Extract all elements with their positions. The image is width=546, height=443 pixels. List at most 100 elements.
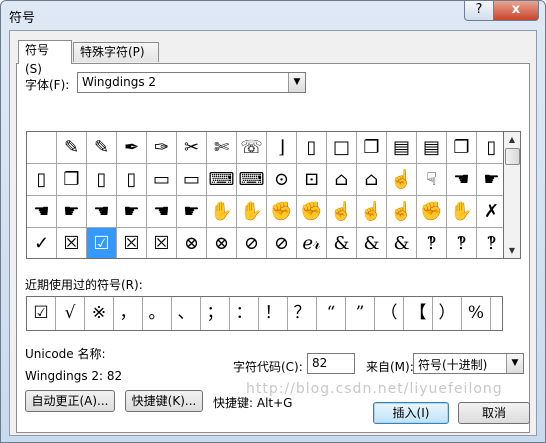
symbol-cell[interactable]: ☒ bbox=[147, 228, 177, 258]
autocorrect-button[interactable]: 自动更正(A)... bbox=[25, 390, 115, 412]
symbol-cell[interactable]: ✗ bbox=[477, 196, 503, 228]
symbol-cell[interactable]: ✊ bbox=[417, 196, 447, 228]
symbol-cell[interactable]: ☒ bbox=[117, 228, 147, 258]
recent-symbol-cell[interactable]: ； bbox=[201, 297, 230, 330]
symbol-cell[interactable]: ☝ bbox=[387, 196, 417, 228]
symbol-cell[interactable]: & bbox=[387, 228, 417, 258]
symbol-cell[interactable]: ▯ bbox=[27, 164, 57, 196]
symbol-cell[interactable]: ✎ bbox=[57, 132, 87, 164]
from-select[interactable]: 符号(十进制) ▼ bbox=[413, 353, 524, 374]
symbol-cell[interactable]: ⌨ bbox=[207, 164, 237, 196]
symbol-cell[interactable]: ⊙ bbox=[267, 164, 297, 196]
symbol-cell[interactable]: ☛ bbox=[57, 196, 87, 228]
symbol-cell[interactable]: ☚ bbox=[87, 196, 117, 228]
symbol-cell[interactable]: ☟ bbox=[417, 164, 447, 196]
symbol-cell[interactable]: ✒ bbox=[117, 132, 147, 164]
symbol-cell[interactable]: ▯ bbox=[477, 132, 503, 164]
recent-symbol-cell[interactable]: √ bbox=[56, 297, 85, 330]
symbol-cell[interactable]: ✄ bbox=[207, 132, 237, 164]
symbol-cell[interactable]: & bbox=[357, 228, 387, 258]
recent-symbol-cell[interactable]: “ bbox=[317, 297, 346, 330]
symbols-panel: 字体(F): Wingdings 2 ▼ ✎ ✎ ✒ ✑ ✂ ✄ ☏ ⌋ ▯ □ ❐ ▤ ▤ ❐ ▯ ▯ ❐ ▯ ▯… bbox=[16, 63, 530, 433]
recent-symbol-cell[interactable]: ， bbox=[114, 297, 143, 330]
symbol-cell[interactable]: ☛ bbox=[117, 196, 147, 228]
symbol-cell[interactable]: ‽ bbox=[477, 228, 503, 258]
symbol-cell[interactable]: ✊ bbox=[297, 196, 327, 228]
symbol-cell[interactable]: ☏ bbox=[237, 132, 267, 164]
insert-button[interactable]: 插入(I) bbox=[373, 402, 449, 424]
symbol-cell[interactable]: ✋ bbox=[237, 196, 267, 228]
recent-symbol-cell[interactable]: （ bbox=[375, 297, 404, 330]
symbol-cell[interactable]: ☒ bbox=[57, 228, 87, 258]
recent-symbol-cell[interactable]: ？ bbox=[288, 297, 317, 330]
symbol-cell[interactable]: & bbox=[327, 228, 357, 258]
symbol-cell[interactable]: ▭ bbox=[177, 164, 207, 196]
shortcut-key-button[interactable]: 快捷键(K)... bbox=[125, 390, 203, 412]
symbol-cell[interactable]: ❐ bbox=[357, 132, 387, 164]
symbol-cell[interactable]: ✑ bbox=[147, 132, 177, 164]
recent-symbol-cell[interactable]: ” bbox=[346, 297, 375, 330]
recent-symbols-label: 近期使用过的符号(R): bbox=[25, 278, 143, 292]
symbol-cell[interactable]: ✊ bbox=[267, 196, 297, 228]
tab-symbols[interactable]: 符号(S) bbox=[18, 40, 72, 76]
symbol-cell[interactable]: ▭ bbox=[147, 164, 177, 196]
symbol-cell[interactable]: ☝ bbox=[357, 196, 387, 228]
symbol-cell[interactable]: ⌋ bbox=[267, 132, 297, 164]
close-button[interactable]: x bbox=[493, 1, 539, 21]
recent-symbol-cell[interactable]: ： bbox=[230, 297, 259, 330]
chevron-down-icon[interactable]: ▼ bbox=[506, 354, 523, 373]
scroll-thumb[interactable] bbox=[505, 148, 520, 165]
symbol-cell[interactable]: ⊗ bbox=[207, 228, 237, 258]
scroll-down-icon[interactable]: ▼ bbox=[504, 243, 520, 258]
recent-symbol-cell[interactable]: 。 bbox=[143, 297, 172, 330]
symbol-cell[interactable]: ☛ bbox=[477, 164, 503, 196]
symbol-grid-scrollbar[interactable]: ▲ ▼ bbox=[504, 131, 521, 259]
recent-symbol-cell[interactable]: % bbox=[462, 297, 491, 330]
symbol-cell[interactable]: ❐ bbox=[57, 164, 87, 196]
symbol-cell[interactable]: ‽ bbox=[447, 228, 477, 258]
symbol-cell[interactable]: ⌨ bbox=[237, 164, 267, 196]
symbol-cell[interactable]: ⊗ bbox=[177, 228, 207, 258]
symbol-cell[interactable]: ☝ bbox=[387, 164, 417, 196]
symbol-cell[interactable]: ▤ bbox=[387, 132, 417, 164]
symbol-cell[interactable]: ⊘ bbox=[267, 228, 297, 258]
symbol-cell[interactable]: ▯ bbox=[87, 164, 117, 196]
symbol-cell[interactable]: ✎ bbox=[87, 132, 117, 164]
symbol-cell[interactable]: ⊘ bbox=[237, 228, 267, 258]
char-code-input[interactable]: 82 bbox=[307, 353, 355, 374]
symbol-cell[interactable]: ‽ bbox=[417, 228, 447, 258]
symbol-cell[interactable]: ✋ bbox=[447, 196, 477, 228]
symbol-cell[interactable]: ✋ bbox=[207, 196, 237, 228]
symbol-cell[interactable]: ☛ bbox=[177, 196, 207, 228]
tab-special-characters[interactable]: 特殊字符(P) bbox=[73, 42, 159, 62]
recent-symbol-cell[interactable]: 【 bbox=[404, 297, 433, 330]
symbol-cell[interactable]: ▤ bbox=[417, 132, 447, 164]
symbol-cell[interactable]: ✓ bbox=[27, 228, 57, 258]
recent-symbol-cell[interactable]: ※ bbox=[85, 297, 114, 330]
recent-symbol-cell[interactable]: 、 bbox=[172, 297, 201, 330]
symbol-cell[interactable]: ☚ bbox=[27, 196, 57, 228]
symbol-cell[interactable]: ☑ bbox=[87, 228, 117, 258]
symbol-cell[interactable]: ☚ bbox=[447, 164, 477, 196]
symbol-cell[interactable]: ☝ bbox=[327, 196, 357, 228]
symbol-cell[interactable]: ✂ bbox=[177, 132, 207, 164]
symbol-cell[interactable] bbox=[27, 132, 57, 164]
recent-symbol-cell[interactable]: ☑ bbox=[27, 297, 56, 330]
recent-symbol-cell[interactable]: ！ bbox=[259, 297, 288, 330]
symbol-cell[interactable]: ⌂ bbox=[327, 164, 357, 196]
cancel-button[interactable]: 取消 bbox=[458, 402, 530, 424]
chevron-down-icon[interactable]: ▼ bbox=[288, 73, 305, 92]
help-button[interactable]: ? bbox=[464, 1, 494, 21]
symbol-cell[interactable]: ⌂ bbox=[357, 164, 387, 196]
symbol-cell[interactable]: ℯ𝓇 bbox=[297, 228, 327, 258]
symbol-cell[interactable]: ☚ bbox=[147, 196, 177, 228]
font-select[interactable]: Wingdings 2 ▼ bbox=[77, 72, 306, 93]
symbol-cell[interactable]: □ bbox=[327, 132, 357, 164]
scroll-up-icon[interactable]: ▲ bbox=[504, 132, 520, 147]
symbol-cell[interactable]: ⊡ bbox=[297, 164, 327, 196]
symbol-cell[interactable]: ▯ bbox=[117, 164, 147, 196]
recent-symbol-cell[interactable]: ） bbox=[433, 297, 462, 330]
symbol-cell[interactable]: ▯ bbox=[297, 132, 327, 164]
symbol-cell[interactable]: ❐ bbox=[447, 132, 477, 164]
from-value: 符号(十进制) bbox=[418, 358, 488, 372]
